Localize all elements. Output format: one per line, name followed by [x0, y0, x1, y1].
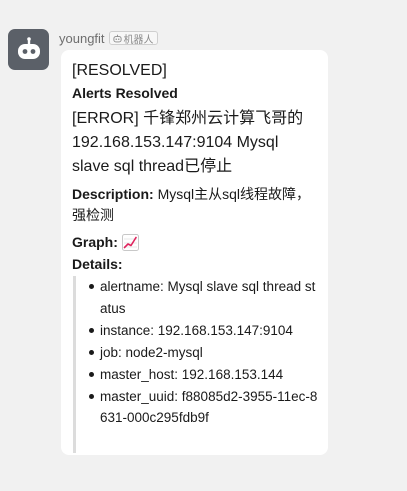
- graph-row: Graph:: [72, 231, 318, 253]
- sender-name[interactable]: youngfit: [59, 31, 105, 46]
- detail-item-master-host: master_host: 192.168.153.144: [88, 364, 318, 386]
- sender-row: youngfit 机器人: [59, 29, 158, 47]
- bot-badge: 机器人: [108, 31, 158, 46]
- detail-item-instance: instance: 192.168.153.147:9104: [88, 320, 318, 342]
- description-key: Description:: [72, 186, 154, 202]
- avatar[interactable]: [8, 29, 49, 70]
- detail-item-job: job: node2-mysql: [88, 342, 318, 364]
- alerts-resolved-heading: Alerts Resolved: [72, 85, 178, 101]
- graph-key: Graph:: [72, 234, 118, 250]
- description: Description: Mysql主从sql线程故障，强检测: [72, 184, 318, 226]
- resolved-tag: [RESOLVED]: [72, 62, 167, 79]
- detail-item-alertname: alertname: Mysql slave sql thread status: [88, 276, 318, 319]
- message-bubble[interactable]: [RESOLVED] Alerts Resolved [ERROR] 千锋郑州云…: [61, 50, 328, 455]
- robot-badge-icon: [112, 34, 122, 42]
- details-quote: alertname: Mysql slave sql thread status…: [73, 276, 318, 453]
- chart-increasing-icon[interactable]: [121, 233, 139, 251]
- robot-icon: [17, 36, 40, 59]
- error-title: [ERROR] 千锋郑州云计算飞哥的192.168.153.147:9104 M…: [72, 110, 304, 175]
- detail-item-master-uuid: master_uuid: f88085d2-3955-11ec-8631-000…: [88, 386, 318, 429]
- details-title: Details:: [72, 256, 123, 272]
- bot-badge-label: 机器人: [123, 34, 154, 46]
